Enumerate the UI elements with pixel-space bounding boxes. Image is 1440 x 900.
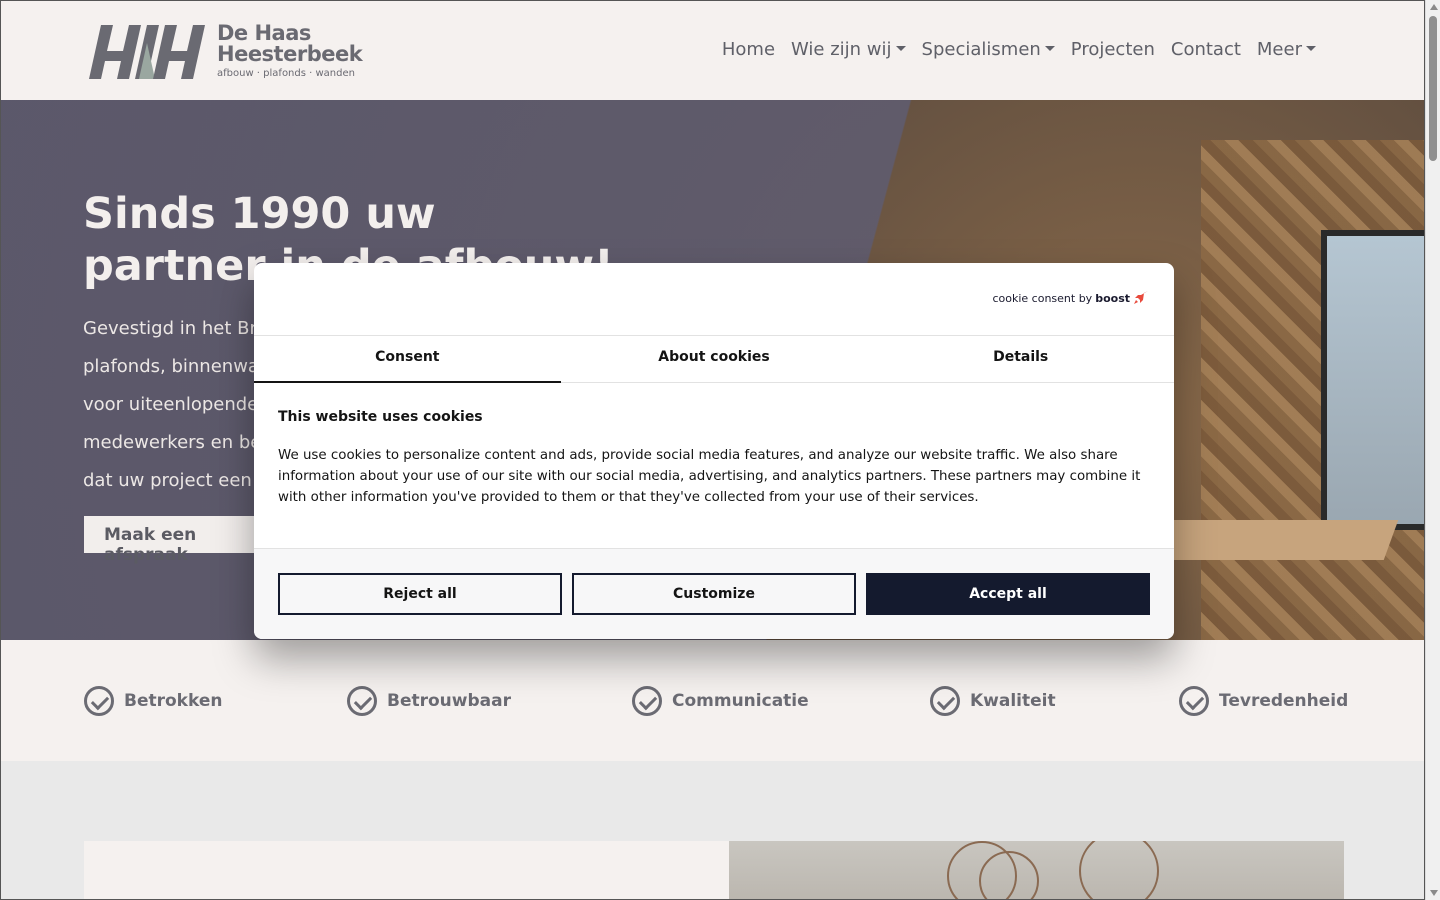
value-item: Communicatie [632,686,809,716]
check-circle-icon [84,686,114,716]
value-item: Betrokken [84,686,222,716]
hero-window [1321,230,1424,530]
nav-item-meer[interactable]: Meer [1257,39,1316,60]
cookie-tabs: Consent About cookies Details [254,335,1174,383]
value-label: Betrouwbaar [387,691,511,711]
check-circle-icon [930,686,960,716]
cookie-brand[interactable]: cookie consent by boost [992,291,1149,305]
check-circle-icon [632,686,662,716]
scroll-down-icon[interactable] [1430,890,1438,896]
about-card [84,841,729,899]
scroll-up-icon[interactable] [1430,4,1438,10]
rocket-icon [1134,291,1148,304]
check-circle-icon [1179,686,1209,716]
reject-all-button[interactable]: Reject all [278,573,562,615]
check-circle-icon [347,686,377,716]
logo-mark-icon [89,25,205,79]
chevron-down-icon [1306,46,1316,51]
tab-details[interactable]: Details [867,336,1174,382]
nav-label: Wie zijn wij [791,39,892,60]
main-nav: Home Wie zijn wij Specialismen Projecten… [722,39,1316,60]
brand-prefix: cookie consent by [992,291,1093,305]
nav-label: Contact [1170,39,1241,60]
cookie-consent-dialog: cookie consent by boost Consent About co… [254,263,1174,639]
lamp-ring [979,851,1039,899]
brand-name: boost [1095,291,1130,305]
nav-item-projecten[interactable]: Projecten [1071,39,1155,60]
value-item: Betrouwbaar [347,686,511,716]
nav-label: Home [721,39,776,60]
cookie-actions: Reject all Customize Accept all [254,548,1174,639]
about-section [1,761,1424,899]
value-label: Communicatie [672,691,809,711]
logo-name-line1: De Haas [217,21,311,45]
tab-about-cookies[interactable]: About cookies [561,336,868,382]
chevron-down-icon [895,46,906,51]
page: De Haas Heesterbeek afbouw · plafonds · … [1,1,1424,899]
value-label: Betrokken [124,691,223,711]
nav-label: Specialismen [921,39,1041,60]
site-logo[interactable]: De Haas Heesterbeek afbouw · plafonds · … [89,23,369,81]
vertical-scrollbar[interactable] [1425,0,1440,900]
customize-button[interactable]: Customize [572,573,856,615]
nav-item-home[interactable]: Home [722,39,775,60]
logo-tagline: afbouw · plafonds · wanden [217,68,355,79]
chevron-down-icon [1044,46,1055,51]
nav-item-specialismen[interactable]: Specialismen [922,39,1055,60]
cookie-body-text: We use cookies to personalize content an… [278,448,1141,505]
nav-item-contact[interactable]: Contact [1171,39,1241,60]
value-label: Kwaliteit [970,691,1056,711]
values-strip: Betrokken Betrouwbaar Communicatie Kwali… [1,641,1424,761]
value-label: Tevredenheid [1219,691,1349,711]
nav-item-wie-zijn-wij[interactable]: Wie zijn wij [791,39,906,60]
accept-all-button[interactable]: Accept all [866,573,1150,615]
site-header: De Haas Heesterbeek afbouw · plafonds · … [1,1,1424,100]
logo-name: De Haas Heesterbeek [217,21,363,66]
cookie-heading: This website uses cookies [278,409,483,425]
nav-label: Meer [1256,39,1302,60]
nav-label: Projecten [1070,39,1155,60]
tab-consent[interactable]: Consent [254,336,561,383]
hero-title-line1: Sinds 1990 uw [83,189,436,239]
about-image [729,841,1344,899]
value-item: Kwaliteit [930,686,1056,716]
scrollbar-thumb[interactable] [1429,16,1437,161]
value-item: Tevredenheid [1179,686,1348,716]
logo-name-line2: Heesterbeek [217,42,363,66]
lamp-ring [1079,841,1159,899]
